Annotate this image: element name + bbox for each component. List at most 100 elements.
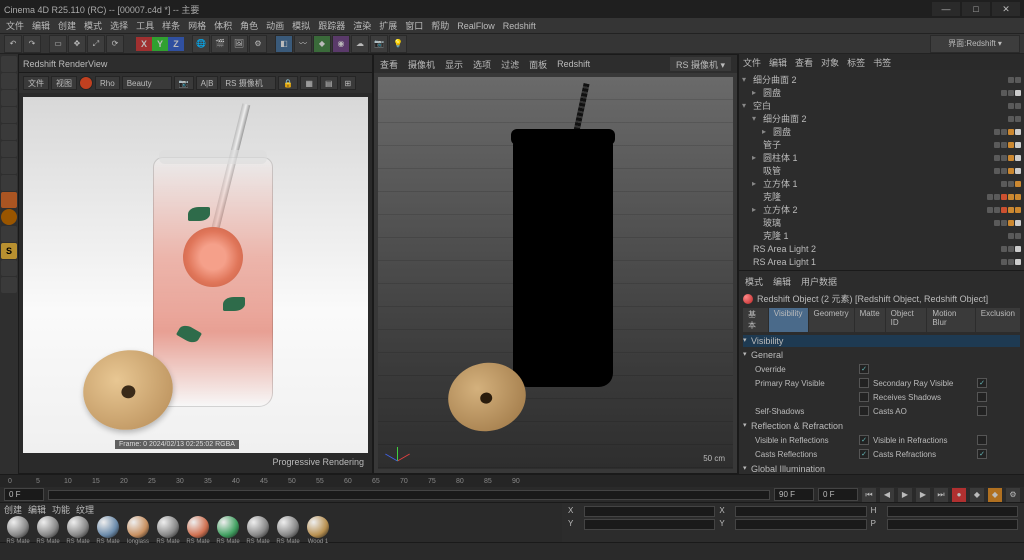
window-minimize[interactable]: —: [932, 2, 960, 16]
om-tab-编辑[interactable]: 编辑: [769, 56, 787, 69]
object-row[interactable]: ▾细分曲面 2: [742, 112, 1021, 125]
rv-region-icon[interactable]: ▦: [300, 76, 318, 90]
attr-page-tab[interactable]: Motion Blur: [927, 308, 974, 332]
coord-rh[interactable]: [887, 506, 1018, 517]
attr-page-tab[interactable]: Exclusion: [976, 308, 1020, 332]
object-row[interactable]: 克隆 1: [742, 229, 1021, 242]
rotate-tool[interactable]: ⟳: [106, 35, 124, 53]
tl-last-button[interactable]: ⏭: [934, 488, 948, 502]
attr-crf-checkbox[interactable]: [977, 449, 987, 459]
menu-跟踪器[interactable]: 跟踪器: [318, 19, 345, 32]
object-row[interactable]: 玻璃: [742, 216, 1021, 229]
om-tab-标签[interactable]: 标签: [847, 56, 865, 69]
render-button[interactable]: 🎬: [211, 35, 229, 53]
tl-key-button[interactable]: ◆: [970, 488, 984, 502]
material-ball[interactable]: RS Mate: [214, 516, 242, 545]
rv-ab-icon[interactable]: A|B: [196, 76, 219, 90]
menu-Redshift[interactable]: Redshift: [503, 21, 536, 31]
attr-cr-checkbox[interactable]: [859, 449, 869, 459]
texture-mode-icon[interactable]: [1, 141, 17, 157]
coord-sx[interactable]: [735, 506, 866, 517]
attr-cao-checkbox[interactable]: [977, 406, 987, 416]
menu-选择[interactable]: 选择: [110, 19, 128, 32]
scale-tool[interactable]: ⤢: [87, 35, 105, 53]
persp-menu-面板[interactable]: 面板: [529, 58, 547, 71]
camera-button[interactable]: 📷: [370, 35, 388, 53]
cube-primitive[interactable]: ◧: [275, 35, 293, 53]
attr-tab[interactable]: 用户数据: [799, 275, 839, 288]
substance-icon[interactable]: S: [1, 243, 17, 259]
menu-模拟[interactable]: 模拟: [292, 19, 310, 32]
om-tab-文件[interactable]: 文件: [743, 56, 761, 69]
om-tab-查看[interactable]: 查看: [795, 56, 813, 69]
tl-keyopt-button[interactable]: ⚙: [1006, 488, 1020, 502]
om-tab-对象[interactable]: 对象: [821, 56, 839, 69]
rv-rho[interactable]: Rho: [95, 76, 120, 90]
material-ball[interactable]: RS Mate: [64, 516, 92, 545]
attr-srv-checkbox[interactable]: [977, 378, 987, 388]
object-row[interactable]: ▸圆盘: [742, 125, 1021, 138]
material-ball[interactable]: RS Mate: [244, 516, 272, 545]
render-pv-button[interactable]: 🖼: [230, 35, 248, 53]
attr-refl-header[interactable]: Reflection & Refraction: [743, 421, 1020, 431]
menu-渲染[interactable]: 渲染: [353, 19, 371, 32]
attr-page-tab[interactable]: Matte: [855, 308, 885, 332]
object-row[interactable]: 克隆: [742, 190, 1021, 203]
tl-end-field[interactable]: 90 F: [774, 488, 814, 501]
coord-rp[interactable]: [887, 519, 1018, 530]
coord-sys-button[interactable]: 🌐: [192, 35, 210, 53]
material-ball[interactable]: RS Mate: [4, 516, 32, 545]
rs-icon[interactable]: [1, 192, 17, 208]
tl-current-field[interactable]: 0 F: [818, 488, 858, 501]
persp-menu-摄像机[interactable]: 摄像机: [408, 58, 435, 71]
window-maximize[interactable]: □: [962, 2, 990, 16]
object-row[interactable]: ▸立方体 2: [742, 203, 1021, 216]
material-ball[interactable]: RS Mate: [184, 516, 212, 545]
attr-general-header[interactable]: General: [743, 350, 1020, 360]
menu-文件[interactable]: 文件: [6, 19, 24, 32]
snap-icon[interactable]: [1, 175, 17, 191]
menu-体积[interactable]: 体积: [214, 19, 232, 32]
menu-样条[interactable]: 样条: [162, 19, 180, 32]
rv-snapshot-icon[interactable]: 📷: [174, 76, 194, 90]
persp-menu-过滤[interactable]: 过滤: [501, 58, 519, 71]
redo-button[interactable]: ↷: [23, 35, 41, 53]
timeline-ruler[interactable]: 051015202530354045505560657075808590: [0, 475, 1024, 487]
menu-角色[interactable]: 角色: [240, 19, 258, 32]
window-close[interactable]: ✕: [992, 2, 1020, 16]
rv-record-icon[interactable]: [79, 76, 93, 90]
mat-tab[interactable]: 纹理: [76, 503, 94, 516]
object-row[interactable]: ▸圆盘: [742, 86, 1021, 99]
object-row[interactable]: ▸圆柱体 1: [742, 151, 1021, 164]
coord-sy[interactable]: [735, 519, 866, 530]
tl-record-button[interactable]: ●: [952, 488, 966, 502]
material-ball[interactable]: RS Mate: [34, 516, 62, 545]
object-row[interactable]: 管子: [742, 138, 1021, 151]
attr-tab[interactable]: 模式: [743, 275, 765, 288]
rv-aov-select[interactable]: Beauty: [122, 76, 172, 90]
menu-编辑[interactable]: 编辑: [32, 19, 50, 32]
persp-menu-选项[interactable]: 选项: [473, 58, 491, 71]
menu-创建[interactable]: 创建: [58, 19, 76, 32]
mat-tab[interactable]: 创建: [4, 503, 22, 516]
layout-dropdown[interactable]: 界面:Redshift ▾: [930, 35, 1020, 53]
poly-mode-icon[interactable]: [1, 124, 17, 140]
attr-page-tab[interactable]: 基本: [743, 308, 768, 332]
generator-button[interactable]: ◆: [313, 35, 331, 53]
live-select-tool[interactable]: ▭: [49, 35, 67, 53]
menu-扩展[interactable]: 扩展: [379, 19, 397, 32]
rv-bucket-icon[interactable]: ▤: [320, 76, 338, 90]
mat-tab[interactable]: 编辑: [28, 503, 46, 516]
attr-ss-checkbox[interactable]: [859, 406, 869, 416]
undo-button[interactable]: ↶: [4, 35, 22, 53]
object-mode-icon[interactable]: [1, 73, 17, 89]
tl-autokey-button[interactable]: ◆: [988, 488, 1002, 502]
render-settings-button[interactable]: ⚙: [249, 35, 267, 53]
coord-py[interactable]: [584, 519, 715, 530]
light-button[interactable]: 💡: [389, 35, 407, 53]
attr-override-checkbox[interactable]: [859, 364, 869, 374]
model-mode-icon[interactable]: [1, 56, 17, 72]
persp-menu-查看[interactable]: 查看: [380, 58, 398, 71]
attr-visibility-header[interactable]: Visibility: [743, 335, 1020, 347]
workplane-icon[interactable]: [1, 158, 17, 174]
